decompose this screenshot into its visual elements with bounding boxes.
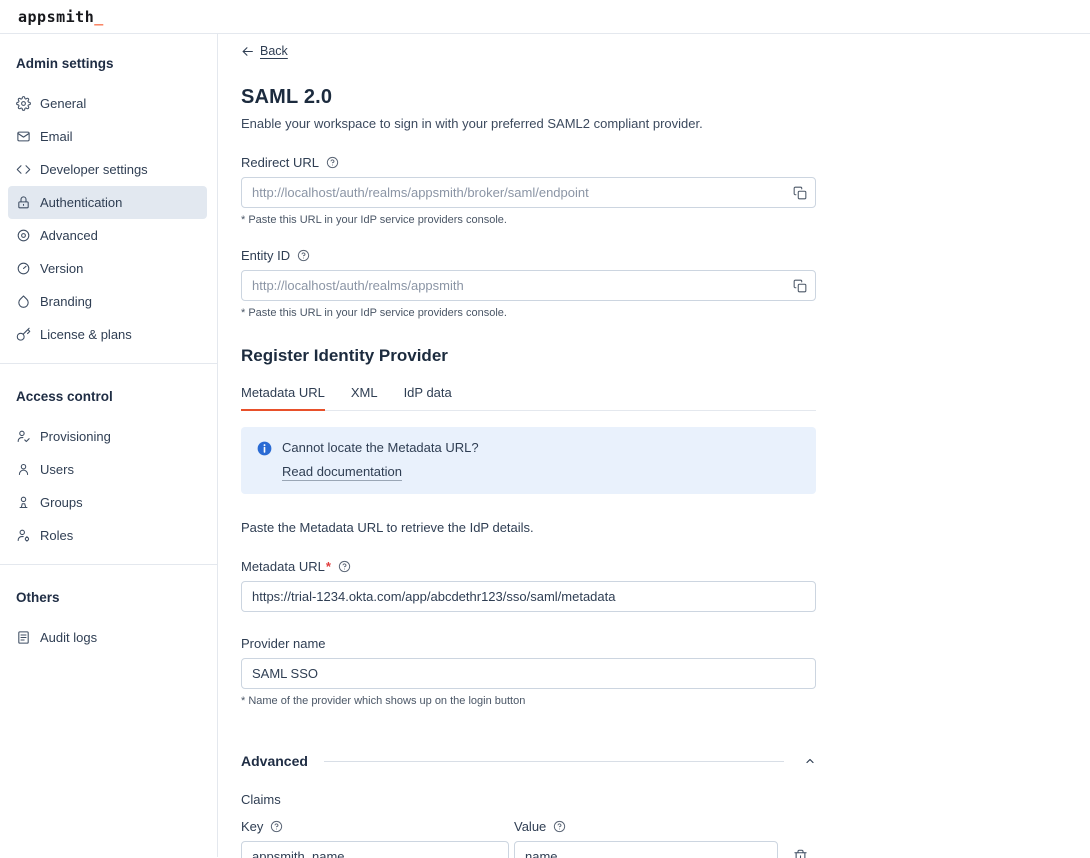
- info-banner: Cannot locate the Metadata URL? Read doc…: [241, 427, 816, 494]
- entity-id-label: Entity ID: [241, 248, 290, 263]
- claim-value-input[interactable]: [514, 841, 778, 858]
- appsmith-logo[interactable]: appsmith_: [18, 8, 104, 26]
- help-icon[interactable]: [338, 560, 351, 573]
- arrow-left-icon: [241, 45, 254, 58]
- advanced-divider: [324, 761, 784, 762]
- delete-claim-button[interactable]: [793, 849, 808, 858]
- entity-id-input[interactable]: [241, 270, 816, 301]
- sidebar-item-roles[interactable]: Roles: [8, 519, 207, 552]
- document-lines-icon: [16, 630, 31, 645]
- info-icon: [257, 441, 272, 456]
- help-icon[interactable]: [326, 156, 339, 169]
- sidebar-divider: [0, 363, 217, 364]
- sidebar-section-access-control: Access control: [0, 389, 217, 404]
- sidebar-item-label: General: [40, 96, 86, 111]
- provider-name-input[interactable]: [241, 658, 816, 689]
- sidebar-item-advanced[interactable]: Advanced: [8, 219, 207, 252]
- tab-xml[interactable]: XML: [351, 385, 378, 410]
- sidebar-item-label: Groups: [40, 495, 83, 510]
- sidebar-item-users[interactable]: Users: [8, 453, 207, 486]
- banner-text: Cannot locate the Metadata URL?: [282, 440, 479, 455]
- sidebar-item-label: Provisioning: [40, 429, 111, 444]
- sidebar-item-label: Users: [40, 462, 74, 477]
- key-icon: [16, 327, 31, 342]
- admin-settings-sidebar: Admin settings General Email Developer s…: [0, 34, 218, 857]
- sidebar-item-label: Version: [40, 261, 83, 276]
- sidebar-item-label: Advanced: [40, 228, 98, 243]
- metadata-url-input[interactable]: [241, 581, 816, 612]
- register-idp-tabs: Metadata URL XML IdP data: [241, 385, 816, 411]
- claim-value-label: Value: [514, 819, 546, 834]
- sidebar-item-branding[interactable]: Branding: [8, 285, 207, 318]
- sidebar-item-authentication[interactable]: Authentication: [8, 186, 207, 219]
- claim-key-input[interactable]: [241, 841, 509, 858]
- paint-drop-icon: [16, 294, 31, 309]
- sidebar-item-license-plans[interactable]: License & plans: [8, 318, 207, 351]
- back-button[interactable]: Back: [241, 44, 288, 58]
- user-check-icon: [16, 429, 31, 444]
- logo-underscore: _: [94, 8, 104, 26]
- advanced-section-toggle[interactable]: Advanced: [241, 753, 816, 769]
- sidebar-item-label: Developer settings: [40, 162, 148, 177]
- copy-button[interactable]: [793, 279, 807, 293]
- chevron-up-icon[interactable]: [804, 755, 816, 767]
- sidebar-item-label: License & plans: [40, 327, 132, 342]
- user-icon: [16, 462, 31, 477]
- required-asterisk: *: [326, 559, 331, 574]
- sidebar-item-audit-logs[interactable]: Audit logs: [8, 621, 207, 654]
- sidebar-item-label: Audit logs: [40, 630, 97, 645]
- gear-icon: [16, 96, 31, 111]
- main-content: Back SAML 2.0 Enable your workspace to s…: [218, 34, 1090, 857]
- tab-idp-data[interactable]: IdP data: [404, 385, 452, 410]
- register-idp-title: Register Identity Provider: [241, 346, 816, 366]
- help-icon[interactable]: [297, 249, 310, 262]
- sidebar-item-general[interactable]: General: [8, 87, 207, 120]
- app-header: appsmith_: [0, 0, 1090, 34]
- help-icon[interactable]: [270, 820, 283, 833]
- clock-icon: [16, 261, 31, 276]
- tab-metadata-url[interactable]: Metadata URL: [241, 385, 325, 411]
- code-icon: [16, 162, 31, 177]
- claim-row: [241, 841, 816, 858]
- sidebar-item-groups[interactable]: Groups: [8, 486, 207, 519]
- nut-icon: [16, 228, 31, 243]
- provider-name-label: Provider name: [241, 636, 326, 651]
- user-gear-icon: [16, 528, 31, 543]
- metadata-instruction: Paste the Metadata URL to retrieve the I…: [241, 520, 816, 535]
- sidebar-section-admin-settings: Admin settings: [0, 56, 217, 71]
- sidebar-divider: [0, 564, 217, 565]
- sidebar-item-email[interactable]: Email: [8, 120, 207, 153]
- copy-icon: [793, 279, 807, 293]
- read-documentation-link[interactable]: Read documentation: [282, 464, 402, 479]
- copy-button[interactable]: [793, 186, 807, 200]
- logo-text: appsmith: [18, 8, 94, 26]
- page-title: SAML 2.0: [241, 86, 816, 109]
- sidebar-section-others: Others: [0, 590, 217, 605]
- page-subtitle: Enable your workspace to sign in with yo…: [241, 116, 816, 131]
- sidebar-item-label: Authentication: [40, 195, 122, 210]
- claim-key-label: Key: [241, 819, 263, 834]
- help-icon[interactable]: [553, 820, 566, 833]
- lock-icon: [16, 195, 31, 210]
- metadata-url-label: Metadata URL*: [241, 559, 331, 574]
- sidebar-item-label: Roles: [40, 528, 73, 543]
- envelope-icon: [16, 129, 31, 144]
- advanced-title: Advanced: [241, 753, 308, 769]
- user-group-icon: [16, 495, 31, 510]
- sidebar-item-label: Branding: [40, 294, 92, 309]
- back-label: Back: [260, 44, 288, 58]
- sidebar-item-provisioning[interactable]: Provisioning: [8, 420, 207, 453]
- claims-label: Claims: [241, 792, 816, 807]
- copy-icon: [793, 186, 807, 200]
- sidebar-item-version[interactable]: Version: [8, 252, 207, 285]
- redirect-url-input[interactable]: [241, 177, 816, 208]
- sidebar-item-label: Email: [40, 129, 73, 144]
- redirect-url-helper: * Paste this URL in your IdP service pro…: [241, 214, 816, 226]
- provider-name-helper: * Name of the provider which shows up on…: [241, 695, 816, 707]
- redirect-url-label: Redirect URL: [241, 155, 319, 170]
- sidebar-item-developer-settings[interactable]: Developer settings: [8, 153, 207, 186]
- trash-icon: [793, 849, 808, 858]
- entity-id-helper: * Paste this URL in your IdP service pro…: [241, 307, 816, 319]
